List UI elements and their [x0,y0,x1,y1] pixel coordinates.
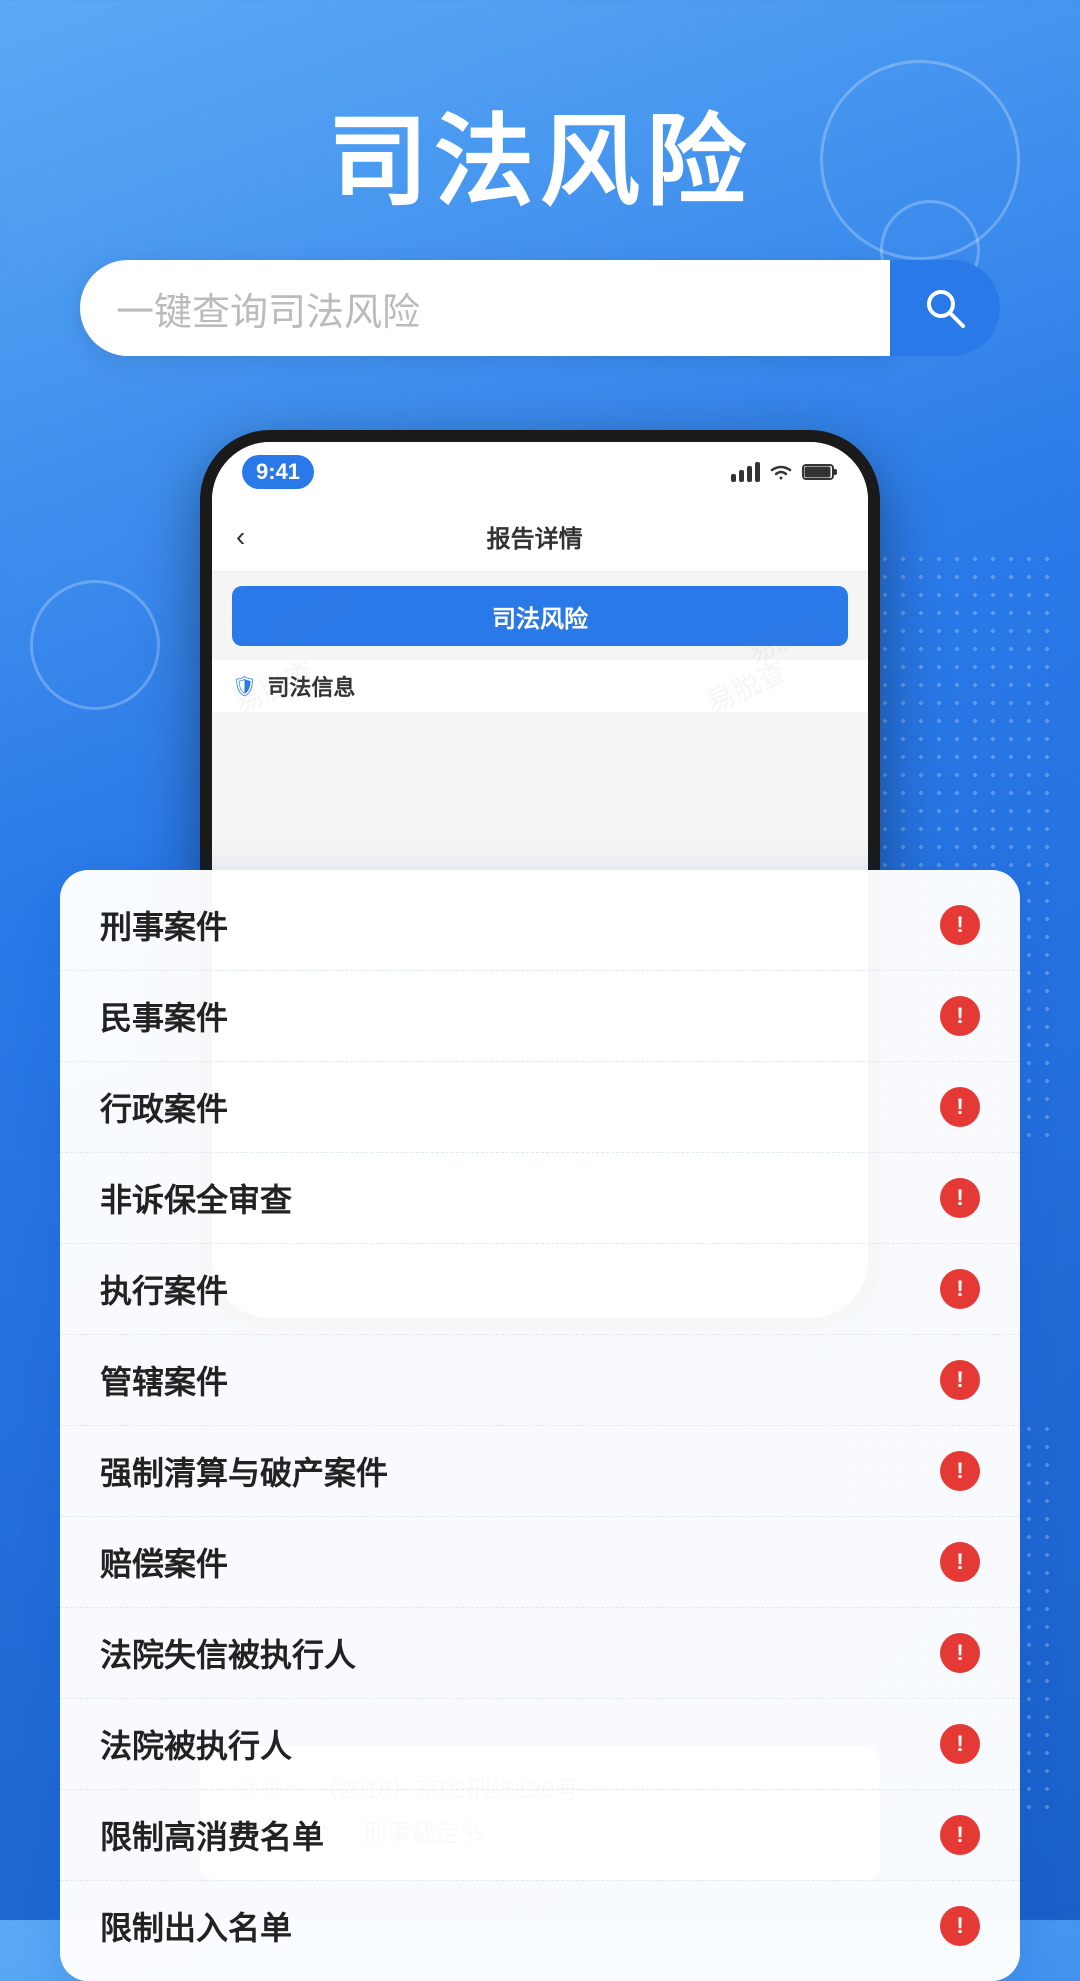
status-time: 9:41 [242,455,314,489]
alert-badge: ! [940,905,980,945]
section-title: 司法信息 [267,670,355,702]
status-icons [731,462,838,482]
status-bar: 9:41 [212,442,868,502]
list-item-label: 限制高消费名单 [100,1812,324,1858]
wifi-icon [768,462,794,482]
list-item[interactable]: 限制高消费名单! [60,1790,1020,1881]
search-input-wrapper[interactable]: 一键查询司法风险 [80,260,890,356]
section-header: 🛡 司法信息 [212,660,868,712]
list-item[interactable]: 限制出入名单! [60,1881,1020,1971]
nav-bar: ‹ 报告详情 [212,502,868,572]
alert-badge: ! [940,1633,980,1673]
bg-circle-left [30,580,160,710]
alert-badge: ! [940,1724,980,1764]
list-item[interactable]: 法院被执行人! [60,1699,1020,1790]
back-button[interactable]: ‹ [236,521,245,553]
page-title: 司法风险 [0,80,1080,225]
battery-icon [802,462,838,482]
list-item[interactable]: 法院失信被执行人! [60,1608,1020,1699]
list-item-label: 管辖案件 [100,1357,228,1403]
search-button[interactable] [890,260,1000,356]
alert-badge: ! [940,1360,980,1400]
list-item-label: 强制清算与破产案件 [100,1448,388,1494]
nav-title: 报告详情 [265,519,804,554]
phone-tab-button[interactable]: 司法风险 [232,586,848,646]
alert-badge: ! [940,996,980,1036]
alert-badge: ! [940,1451,980,1491]
list-item[interactable]: 赔偿案件! [60,1517,1020,1608]
list-item[interactable]: 执行案件! [60,1244,1020,1335]
alert-badge: ! [940,1087,980,1127]
list-item-label: 赔偿案件 [100,1539,228,1585]
list-item-label: 法院失信被执行人 [100,1630,356,1676]
list-item[interactable]: 管辖案件! [60,1335,1020,1426]
shield-icon: 🛡 [232,674,257,699]
floating-list-card: 刑事案件!民事案件!行政案件!非诉保全审查!执行案件!管辖案件!强制清算与破产案… [60,870,1020,1981]
search-placeholder: 一键查询司法风险 [116,281,420,336]
list-item[interactable]: 强制清算与破产案件! [60,1426,1020,1517]
list-item[interactable]: 民事案件! [60,971,1020,1062]
list-item-label: 非诉保全审查 [100,1175,292,1221]
alert-badge: ! [940,1269,980,1309]
list-item-label: 行政案件 [100,1084,228,1130]
alert-badge: ! [940,1542,980,1582]
list-item-label: 民事案件 [100,993,228,1039]
alert-badge: ! [940,1178,980,1218]
list-item[interactable]: 刑事案件! [60,880,1020,971]
alert-badge: ! [940,1906,980,1946]
signal-icon [731,462,760,482]
list-item[interactable]: 非诉保全审查! [60,1153,1020,1244]
search-icon [921,284,969,332]
alert-badge: ! [940,1815,980,1855]
list-item-label: 刑事案件 [100,902,228,948]
list-item[interactable]: 行政案件! [60,1062,1020,1153]
list-item-label: 限制出入名单 [100,1903,292,1949]
search-bar: 一键查询司法风险 [80,260,1000,356]
list-item-label: 法院被执行人 [100,1721,292,1767]
list-item-label: 执行案件 [100,1266,228,1312]
